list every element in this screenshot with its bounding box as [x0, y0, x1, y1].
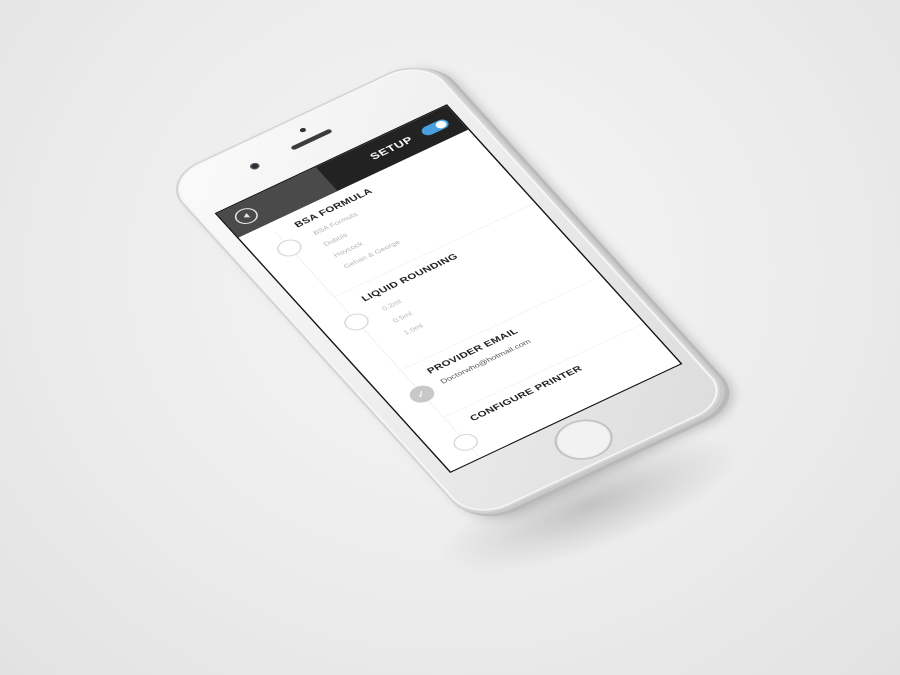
- option-0-5ml[interactable]: 0.5ml: [391, 311, 413, 325]
- option-0-2ml[interactable]: 0.2ml: [381, 299, 403, 313]
- proximity-sensor: [298, 127, 308, 133]
- back-arrow-icon: [241, 213, 251, 220]
- liquid-rounding-radio[interactable]: [339, 310, 374, 334]
- configure-printer-radio[interactable]: [448, 430, 483, 455]
- earpiece-speaker: [290, 128, 333, 151]
- provider-email-check[interactable]: ✓: [405, 382, 439, 407]
- option-dubois[interactable]: Dubois: [322, 232, 349, 248]
- front-camera-icon: [248, 161, 262, 171]
- bsa-formula-radio[interactable]: [272, 236, 307, 260]
- mockup-stage: SETUP BSA FORMULA BSA Formula Dubois Hay…: [0, 0, 900, 675]
- checkmark-icon: ✓: [412, 387, 431, 401]
- option-1-0ml[interactable]: 1.0ml: [402, 323, 424, 337]
- app-screen: SETUP BSA FORMULA BSA Formula Dubois Hay…: [214, 104, 683, 473]
